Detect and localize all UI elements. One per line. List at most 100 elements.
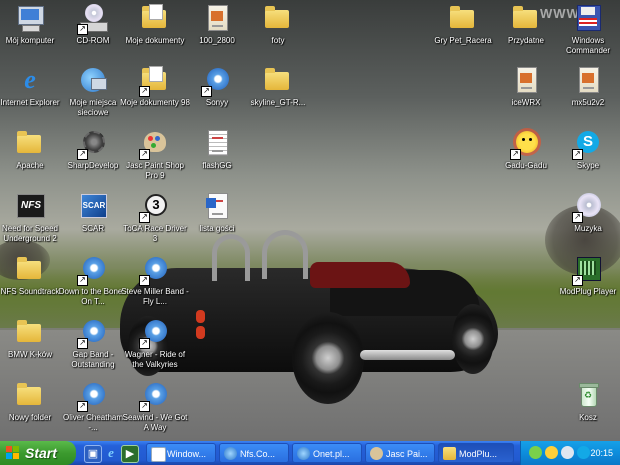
taskbar: Start ▣ e ▶ Window... Nfs.Co... Onet.pl.… — [0, 441, 620, 465]
wallpaper-car-seat — [310, 262, 410, 288]
skype-tray-icon[interactable] — [577, 446, 590, 459]
taskbar-button-onet[interactable]: Onet.pl... — [292, 443, 362, 463]
desktop-icon-my-documents-98[interactable]: ↗ Moje dokumenty 98 — [120, 64, 190, 108]
desktop-icon-apache[interactable]: Apache — [0, 127, 65, 171]
desktop-icon-cd-rom[interactable]: ↗ CD-ROM — [58, 2, 128, 46]
desktop-icon-nowy-folder[interactable]: Nowy folder — [0, 379, 65, 423]
taskbar-button-nfs[interactable]: Nfs.Co... — [219, 443, 289, 463]
taskbar-button-window[interactable]: Window... — [146, 443, 216, 463]
desktop-icon-skype[interactable]: S ↗ Skype — [553, 127, 620, 171]
desktop-icon-label: 100_2800 — [199, 36, 235, 45]
desktop-icon-lista-gosci[interactable]: lista gości — [182, 190, 252, 234]
desktop-icon-label: Wagner - Ride of the Valkyries — [124, 350, 186, 369]
desktop-icon-down-to-the-bone[interactable]: ↗ Down to the Bone - On T... — [58, 253, 128, 307]
desktop-icon-muzyka[interactable]: ↗ Muzyka — [553, 190, 620, 234]
desktop-icon-gap-band[interactable]: ↗ Gap Band - Outstanding — [58, 316, 128, 370]
desktop-icon-gry-pet-racera[interactable]: Gry Pet_Racera — [428, 2, 498, 46]
media-shortcut-icon: ↗ — [139, 379, 171, 412]
folder-icon — [14, 127, 46, 159]
desktop-icon-label: Internet Explorer — [0, 98, 60, 107]
wallpaper-wheel — [292, 312, 364, 404]
gadu-gadu-tray-icon[interactable] — [529, 446, 542, 459]
folder-icon — [262, 2, 294, 34]
desktop-icon-label: Need for Speed Underground 2 — [1, 224, 59, 243]
desktop-icon-flashgg[interactable]: flashGG — [182, 127, 252, 171]
desktop-icon-windows-commander[interactable]: Windows Commander — [553, 2, 620, 56]
show-desktop-icon[interactable]: ▣ — [84, 445, 102, 463]
desktop-icon-sharpdevelop[interactable]: ↗ SharpDevelop — [58, 127, 128, 171]
desktop-icon-skyline[interactable]: skyline_GT-R... — [243, 64, 313, 108]
desktop-icon-toca-race-driver[interactable]: 3 ↗ ToCA Race Driver 3 — [120, 190, 190, 244]
desktop-icon-internet-explorer[interactable]: e Internet Explorer — [0, 64, 65, 108]
text-file-icon — [201, 127, 233, 159]
desktop-icon-label: ToCA Race Driver 3 — [123, 224, 187, 243]
desktop-icon-100-2800[interactable]: 100_2800 — [182, 2, 252, 46]
desktop-icon-label: Steve Miller Band - Fly L... — [121, 287, 189, 306]
desktop-icon-kosz[interactable]: ♻ Kosz — [553, 379, 620, 423]
desktop-icon-label: SharpDevelop — [67, 161, 119, 170]
media-shortcut-icon: ↗ — [139, 253, 171, 286]
nfs-game-icon: NFS — [14, 190, 46, 222]
media-shortcut-icon: ↗ — [139, 316, 171, 349]
windows-logo-icon — [6, 446, 20, 460]
desktop-icon-wagner[interactable]: ↗ Wagner - Ride of the Valkyries — [120, 316, 190, 370]
toca-game-icon: 3 ↗ — [139, 190, 171, 223]
paint-shop-pro-icon: ↗ — [139, 127, 171, 160]
network-places-icon — [77, 64, 109, 96]
windows-commander-icon — [572, 2, 604, 34]
start-label: Start — [25, 445, 57, 461]
folder-icon — [443, 447, 456, 460]
desktop-icon-label: Moje dokumenty 98 — [120, 98, 190, 107]
desktop-icon-foty[interactable]: foty — [243, 2, 313, 46]
clock[interactable]: 20:15 — [590, 441, 613, 465]
desktop-icon-nfs-soundtrack[interactable]: NFS Soundtrack — [0, 253, 65, 297]
music-cd-icon: ↗ — [572, 190, 604, 223]
desktop-icon-mx5u2v2[interactable]: mx5u2v2 — [553, 64, 620, 108]
taskbar-button-label: Jasc Pai... — [386, 449, 428, 459]
folder-icon — [510, 2, 542, 34]
desktop-icon-label: mx5u2v2 — [571, 98, 605, 107]
desktop-icon-network-places[interactable]: Moje miejsca sieciowe — [58, 64, 128, 118]
desktop-icon-my-documents[interactable]: Moje dokumenty — [120, 2, 190, 46]
internet-explorer-icon[interactable]: e — [103, 445, 119, 461]
desktop-icon-modplug-player[interactable]: ↗ ModPlug Player — [553, 253, 620, 297]
taskbar-button-label: Onet.pl... — [313, 449, 350, 459]
desktop-icon-label: Gadu-Gadu — [505, 161, 547, 170]
status-tray-icon[interactable] — [545, 446, 558, 459]
taskbar-button-modplug[interactable]: ModPlu... — [438, 443, 514, 463]
folder-icon — [14, 253, 46, 285]
desktop-icon-steve-miller-band[interactable]: ↗ Steve Miller Band - Fly L... — [120, 253, 190, 307]
desktop-icon-label: Down to the Bone - On T... — [58, 287, 128, 306]
window-icon — [151, 447, 166, 462]
desktop-icon-bmw-k-kow[interactable]: BMW K-ków — [0, 316, 65, 360]
desktop-icon-label: skyline_GT-R... — [250, 98, 306, 107]
media-icon[interactable]: ▶ — [121, 445, 139, 463]
desktop-icon-label: Muzyka — [574, 224, 602, 233]
desktop-icon-label: Sonyy — [205, 98, 229, 107]
folder-icon — [14, 379, 46, 411]
desktop-icon-oliver-cheatham[interactable]: ↗ Oliver Cheatham -... — [58, 379, 128, 433]
start-button[interactable]: Start — [0, 441, 76, 465]
network-tray-icon[interactable] — [561, 446, 574, 459]
desktop-icon-label: SCAR — [81, 224, 105, 233]
desktop-icon-my-computer[interactable]: Mój komputer — [0, 2, 65, 46]
desktop-icon-gadu-gadu[interactable]: ↗ Gadu-Gadu — [491, 127, 561, 171]
desktop-icon-icewrx[interactable]: iceWRX — [491, 64, 561, 108]
document-icon — [201, 190, 233, 222]
desktop-icon-label: Kosz — [579, 413, 597, 422]
folder-icon — [14, 316, 46, 348]
desktop-icon-scar[interactable]: SCAR SCAR — [58, 190, 128, 234]
desktop-icon-paint-shop-pro[interactable]: ↗ Jasc Paint Shop Pro 9 — [120, 127, 190, 181]
desktop-icon-sonyy[interactable]: ↗ Sonyy — [182, 64, 252, 108]
desktop-icon-seawind[interactable]: ↗ Seawind - We Got A Way — [120, 379, 190, 433]
wallpaper-rollbar — [212, 234, 250, 281]
taskbar-button-jasc[interactable]: Jasc Pai... — [365, 443, 435, 463]
desktop-icon-label: ModPlug Player — [559, 287, 617, 296]
folder-icon — [262, 64, 294, 96]
recycle-bin-icon: ♻ — [572, 379, 604, 411]
desktop[interactable]: WWW. Mój komputer ↗ CD-ROM Moje dokument… — [0, 0, 620, 441]
desktop-icon-label: BMW K-ków — [8, 350, 52, 359]
desktop-icon-nfs-underground-2[interactable]: NFS Need for Speed Underground 2 — [0, 190, 65, 244]
desktop-icon-label: Apache — [16, 161, 44, 170]
desktop-icon-przydatne[interactable]: Przydatne — [491, 2, 561, 46]
